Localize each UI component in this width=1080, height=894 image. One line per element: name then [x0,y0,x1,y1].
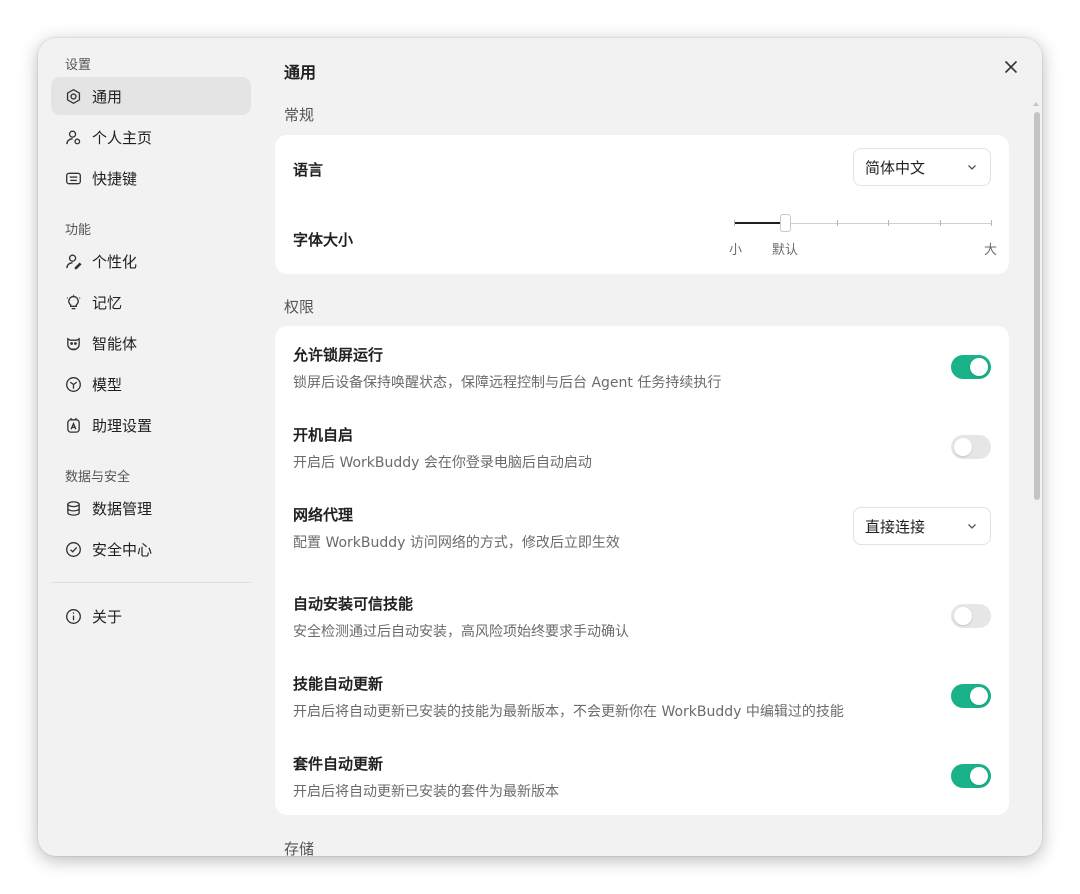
launch-at-startup-desc: 开启后 WorkBuddy 会在你登录电脑后自动启动 [293,455,592,471]
close-icon [1004,60,1018,74]
toggle-knob [954,438,972,456]
database-icon [64,499,82,517]
section-label-permissions: 权限 [284,298,315,316]
keyboard-icon [64,169,82,187]
skills-auto-update-title: 技能自动更新 [293,675,384,693]
sidebar-item-agent[interactable]: 智能体 [51,324,251,362]
slider-min-label: 小 [729,243,743,258]
user-profile-icon [64,128,82,146]
sidebar-section-features: 功能 [65,223,92,238]
sidebar-section-data-security: 数据与安全 [65,470,131,485]
auto-install-skills-toggle[interactable] [951,604,991,628]
general-settings-icon [64,87,82,105]
lock-screen-run-title: 允许锁屏运行 [293,346,384,364]
chevron-down-icon [968,524,976,529]
section-label-storage: 存储 [284,840,315,856]
network-proxy-select[interactable]: 直接连接 [853,507,991,545]
font-size-slider[interactable]: 小 默认 大 [729,213,997,263]
toggle-knob [970,358,988,376]
sidebar-item-profile[interactable]: 个人主页 [51,118,251,156]
sidebar-item-label: 通用 [92,87,123,106]
language-label: 语言 [293,161,324,179]
info-icon [64,607,82,625]
slider-tick [734,220,735,226]
slider-default-label: 默认 [772,243,799,258]
sidebar-item-shortcuts[interactable]: 快捷键 [51,159,251,197]
skills-auto-update-desc: 开启后将自动更新已安装的技能为最新版本，不会更新你在 WorkBuddy 中编辑… [293,704,844,720]
font-size-label: 字体大小 [293,231,354,249]
sidebar-divider [51,582,251,583]
suite-auto-update-toggle[interactable] [951,764,991,788]
sidebar-item-about[interactable]: 关于 [51,597,251,635]
launch-at-startup-toggle[interactable] [951,435,991,459]
sidebar-item-assistant[interactable]: 助理设置 [51,406,251,444]
slider-tick [991,220,992,226]
sidebar-item-security-center[interactable]: 安全中心 [51,530,251,568]
section-label-general: 常规 [284,106,315,124]
lock-screen-run-desc: 锁屏后设备保持唤醒状态，保障远程控制与后台 Agent 任务持续执行 [293,375,722,391]
model-cube-icon [64,375,82,393]
toggle-knob [970,687,988,705]
sidebar-item-model[interactable]: 模型 [51,365,251,403]
slider-tick [940,220,941,226]
general-card: 语言 简体中文 字体大小 小 默认 大 [275,135,1009,274]
settings-main-panel: 通用 常规 语言 简体中文 字体大小 小 默认 大 权限 允许锁屏运行 锁屏后设… [264,38,1042,856]
page-title: 通用 [284,63,317,82]
scroll-up-arrow-icon[interactable] [1033,102,1039,106]
permissions-card: 允许锁屏运行 锁屏后设备保持唤醒状态，保障远程控制与后台 Agent 任务持续执… [275,326,1009,815]
sidebar-item-memory[interactable]: 记忆 [51,283,251,321]
sidebar-item-label: 关于 [92,607,123,626]
toggle-knob [970,767,988,785]
shield-check-icon [64,540,82,558]
sidebar-item-label: 智能体 [92,334,138,353]
chevron-down-icon [968,165,976,170]
sidebar-item-label: 数据管理 [92,499,153,518]
slider-tick [888,220,889,226]
slider-fill [734,222,786,224]
slider-handle[interactable] [780,214,791,232]
network-proxy-select-value: 直接连接 [865,517,926,536]
lock-screen-run-toggle[interactable] [951,355,991,379]
sidebar-item-label: 记忆 [92,293,123,312]
assistant-icon [64,416,82,434]
slider-max-label: 大 [984,243,998,258]
slider-tick [837,220,838,226]
network-proxy-desc: 配置 WorkBuddy 访问网络的方式，修改后立即生效 [293,535,620,551]
settings-sidebar: 设置 通用 个人主页 快捷键 功能 个性化 记忆 智能体 模型 助理设置 数据与… [38,38,264,856]
agent-icon [64,334,82,352]
sidebar-item-data-management[interactable]: 数据管理 [51,489,251,527]
sidebar-item-general[interactable]: 通用 [51,77,251,115]
launch-at-startup-title: 开机自启 [293,426,354,444]
auto-install-skills-title: 自动安装可信技能 [293,595,414,613]
sidebar-item-label: 个性化 [92,252,138,271]
sidebar-item-label: 个人主页 [92,128,153,147]
personalize-icon [64,252,82,270]
sidebar-item-label: 模型 [92,375,123,394]
suite-auto-update-title: 套件自动更新 [293,755,384,773]
auto-install-skills-desc: 安全检测通过后自动安装，高风险项始终要求手动确认 [293,624,629,640]
settings-window: 设置 通用 个人主页 快捷键 功能 个性化 记忆 智能体 模型 助理设置 数据与… [38,38,1042,856]
language-select-value: 简体中文 [865,158,926,177]
network-proxy-title: 网络代理 [293,506,354,524]
sidebar-item-label: 安全中心 [92,540,153,559]
skills-auto-update-toggle[interactable] [951,684,991,708]
vertical-scrollbar[interactable] [1034,112,1040,500]
suite-auto-update-desc: 开启后将自动更新已安装的套件为最新版本 [293,784,559,800]
language-select[interactable]: 简体中文 [853,148,991,186]
lightbulb-icon [64,293,82,311]
sidebar-item-label: 快捷键 [92,169,138,188]
sidebar-section-settings: 设置 [65,58,92,73]
sidebar-item-label: 助理设置 [92,416,153,435]
sidebar-item-personalize[interactable]: 个性化 [51,242,251,280]
close-button[interactable] [1002,58,1020,76]
toggle-knob [954,607,972,625]
